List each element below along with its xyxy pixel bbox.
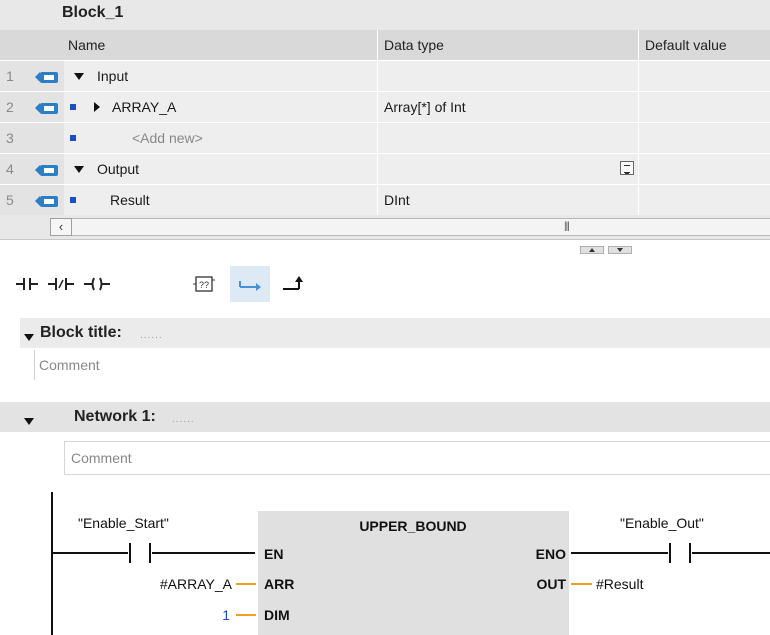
collapse-down-icon[interactable] [608,246,632,254]
row-name[interactable]: Result [110,192,150,208]
block-title-bar[interactable] [20,318,770,348]
row-name[interactable]: Output [97,161,139,177]
ladder-network: "Enable_Start" UPPER_BOUND EN ARR DIM EN… [51,492,770,635]
normally-closed-contact-icon[interactable] [44,266,78,302]
table-row[interactable]: 1 Input [0,60,770,92]
open-branch-icon[interactable] [230,266,270,302]
row-default-value[interactable] [639,130,645,146]
network-comment[interactable]: Comment [64,441,770,475]
column-header-data-type[interactable]: Data type [379,37,444,53]
pin-eno: ENO [536,546,566,562]
row-data-type[interactable] [379,130,385,146]
network-header-bar[interactable] [64,402,770,432]
column-header-name[interactable]: Name [64,37,105,53]
svg-text:??: ?? [199,280,209,290]
output-contact[interactable] [669,543,691,563]
header-icon-cell [34,30,64,61]
row-name[interactable]: ARRAY_A [112,99,176,115]
interface-tag-icon [35,195,58,207]
row-name[interactable]: Input [97,68,128,84]
interface-table: Name Data type Default value 1 Input 2 A… [0,30,770,216]
header-num-cell [0,30,34,61]
network-title-value[interactable]: ...... [172,414,195,425]
box-title: UPPER_BOUND [359,518,466,534]
block-comment[interactable]: Comment [34,350,100,380]
add-new-placeholder[interactable]: <Add new> [132,130,203,146]
interface-tag-icon [35,71,58,83]
block-name: Block_1 [62,4,124,21]
pin-dim: DIM [264,607,290,623]
table-row[interactable]: 4 Output [0,153,770,185]
interface-tag-icon [35,164,58,176]
row-default-value[interactable] [639,192,645,208]
close-branch-icon[interactable] [275,266,315,302]
parameter-marker-icon [70,104,76,110]
dim-operand[interactable]: 1 [222,607,230,623]
scroll-left-icon[interactable]: ‹ [50,218,72,236]
row-number: 5 [0,184,34,216]
row-number: 4 [0,153,34,185]
parameter-marker-icon [70,135,76,141]
row-number: 1 [0,60,34,92]
network-title: Network 1: [74,408,156,425]
arr-operand[interactable]: #ARRAY_A [160,576,233,592]
block-title-label: Block title: [40,324,122,341]
parameter-marker-icon [70,197,76,203]
collapse-arrow-icon[interactable] [74,72,84,80]
input-contact[interactable] [129,543,151,563]
horizontal-scrollbar[interactable] [72,218,770,236]
table-row[interactable]: 5 Result DInt [0,184,770,216]
row-number: 2 [0,91,34,123]
row-data-type[interactable]: Array[*] of Int [379,99,466,115]
input-contact-tag[interactable]: "Enable_Start" [78,515,169,531]
coil-icon[interactable] [80,266,114,302]
type-picker-icon[interactable] [620,161,634,175]
block-title-collapse-icon[interactable] [24,328,34,344]
interface-tag-icon [35,102,58,114]
output-contact-tag[interactable]: "Enable_Out" [620,515,704,531]
table-header-row: Name Data type Default value [0,30,770,61]
row-default-value[interactable] [639,161,645,177]
row-default-value[interactable] [639,68,645,84]
out-operand[interactable]: #Result [596,576,644,592]
pin-arr: ARR [264,576,294,592]
block-title-value[interactable]: ...... [140,330,163,341]
row-data-type[interactable]: DInt [379,192,410,208]
row-data-type[interactable] [379,68,385,84]
row-data-type[interactable] [379,161,385,177]
empty-box-icon[interactable]: ?? [184,266,224,302]
table-row[interactable]: 2 ARRAY_A Array[*] of Int [0,91,770,123]
pin-en: EN [264,546,283,562]
row-number: 3 [0,122,34,154]
scroll-grip-icon[interactable]: ||| [564,221,570,232]
row-default-value[interactable] [639,99,645,115]
pin-out: OUT [536,576,566,592]
pane-splitter[interactable] [0,239,770,254]
collapse-arrow-icon[interactable] [74,165,84,173]
collapse-up-icon[interactable] [580,246,604,254]
column-header-default-value[interactable]: Default value [639,37,727,53]
normally-open-contact-icon[interactable] [12,266,42,302]
expand-arrow-icon[interactable] [94,102,100,112]
table-row[interactable]: 3 <Add new> [0,122,770,154]
network-collapse-icon[interactable] [24,412,34,428]
